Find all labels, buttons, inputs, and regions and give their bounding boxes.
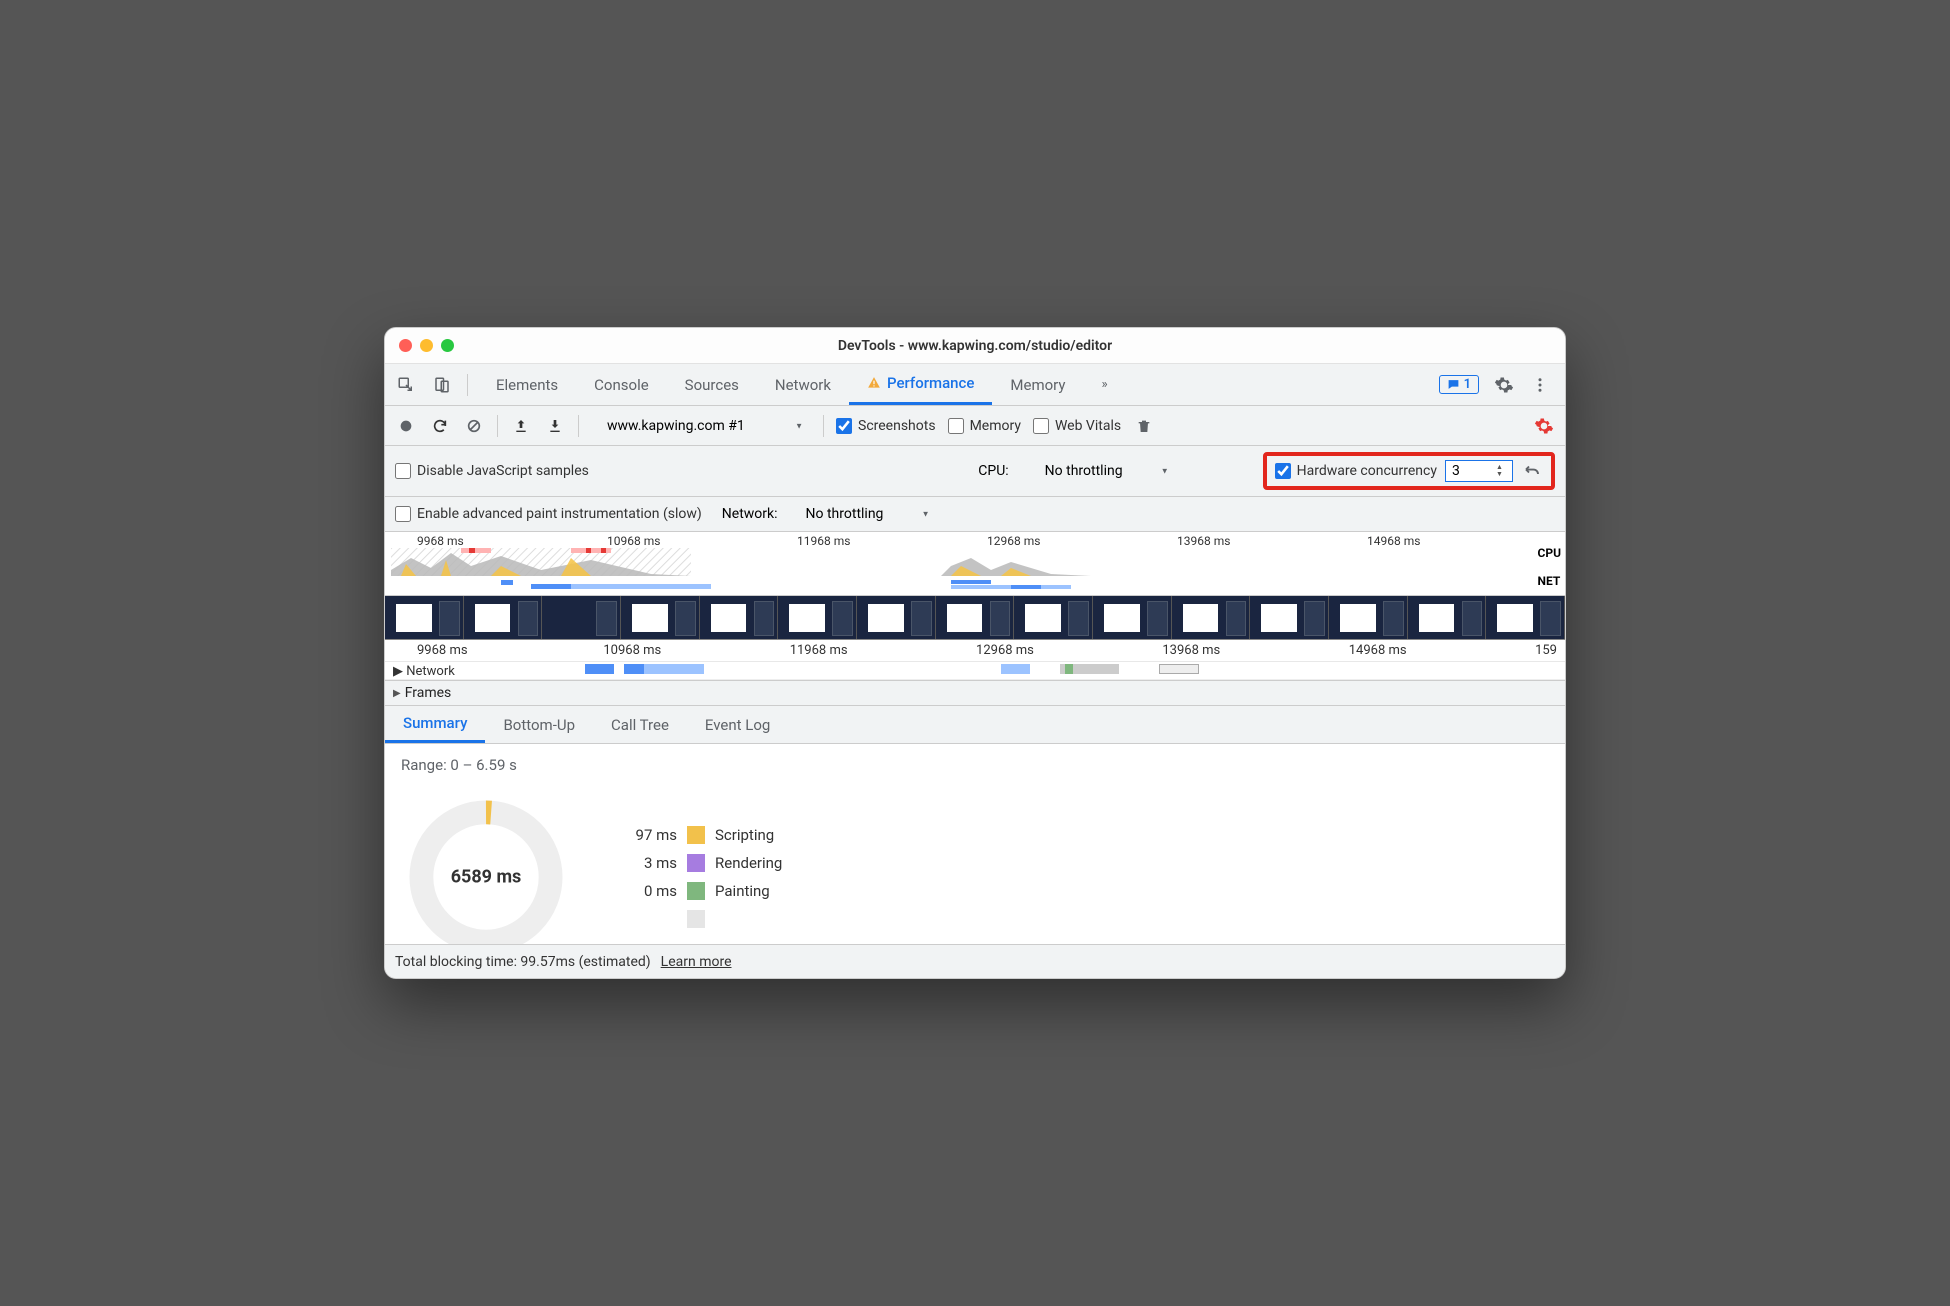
swatch-rendering bbox=[687, 854, 705, 872]
inspect-icon[interactable] bbox=[395, 374, 417, 396]
record-icon[interactable] bbox=[395, 415, 417, 437]
frames-track[interactable]: ▶Frames bbox=[385, 681, 1565, 706]
network-label: Network: bbox=[722, 506, 778, 522]
net-overview-chart bbox=[391, 580, 1491, 590]
tbt-text: Total blocking time: 99.57ms (estimated) bbox=[395, 954, 651, 970]
stepper-icon[interactable]: ▲▼ bbox=[1496, 461, 1510, 481]
subtab-calltree[interactable]: Call Tree bbox=[593, 706, 687, 743]
divider bbox=[578, 415, 579, 437]
kebab-icon[interactable] bbox=[1529, 374, 1551, 396]
filmstrip-thumb[interactable] bbox=[1250, 596, 1329, 639]
clear-icon[interactable] bbox=[463, 415, 485, 437]
detail-ticks: 9968 ms 10968 ms 11968 ms 12968 ms 13968… bbox=[385, 640, 1565, 662]
legend-rendering: 3 ms Rendering bbox=[611, 854, 782, 872]
swatch-painting bbox=[687, 882, 705, 900]
window-title: DevTools - www.kapwing.com/studio/editor bbox=[385, 338, 1565, 354]
hardware-concurrency-input[interactable]: 3 ▲▼ bbox=[1445, 460, 1513, 482]
network-track-cut[interactable]: ▶ Network bbox=[385, 662, 1565, 680]
hardware-concurrency-checkbox[interactable]: Hardware concurrency bbox=[1275, 463, 1437, 479]
summary-legend: 97 ms Scripting 3 ms Rendering 0 ms Pain… bbox=[611, 826, 782, 928]
learn-more-link[interactable]: Learn more bbox=[661, 954, 732, 970]
overview-ticks: 9968 ms 10968 ms 11968 ms 12968 ms 13968… bbox=[385, 532, 1525, 548]
tab-sources[interactable]: Sources bbox=[667, 364, 757, 405]
titlebar: DevTools - www.kapwing.com/studio/editor bbox=[385, 328, 1565, 364]
download-icon[interactable] bbox=[544, 415, 566, 437]
settings-icon[interactable] bbox=[1493, 374, 1515, 396]
memory-checkbox[interactable]: Memory bbox=[948, 418, 1021, 434]
tab-memory[interactable]: Memory bbox=[992, 364, 1083, 405]
cpu-overview-chart bbox=[391, 548, 1491, 576]
divider bbox=[497, 415, 498, 437]
swatch-scripting bbox=[687, 826, 705, 844]
device-toggle-icon[interactable] bbox=[431, 374, 453, 396]
main-tabs: Elements Console Sources Network Perform… bbox=[385, 364, 1565, 406]
subtab-summary[interactable]: Summary bbox=[385, 706, 485, 743]
tab-elements[interactable]: Elements bbox=[478, 364, 576, 405]
devtools-window: DevTools - www.kapwing.com/studio/editor… bbox=[384, 327, 1566, 979]
legend-system-cut bbox=[611, 910, 782, 928]
upload-icon[interactable] bbox=[510, 415, 532, 437]
filmstrip-thumb[interactable] bbox=[464, 596, 543, 639]
capture-settings-row-1: Disable JavaScript samples CPU: No throt… bbox=[385, 446, 1565, 497]
more-tabs[interactable]: » bbox=[1083, 364, 1125, 405]
disable-js-samples-checkbox[interactable]: Disable JavaScript samples bbox=[395, 463, 589, 479]
network-throttling-select[interactable]: No throttling bbox=[798, 503, 938, 525]
overview-labels: CPU NET bbox=[1538, 546, 1562, 588]
tab-network[interactable]: Network bbox=[757, 364, 849, 405]
webvitals-checkbox[interactable]: Web Vitals bbox=[1033, 418, 1121, 434]
screenshots-filmstrip[interactable] bbox=[385, 596, 1565, 640]
summary-panel: Range: 0 – 6.59 s 6589 ms 97 ms Scriptin… bbox=[385, 744, 1565, 944]
legend-scripting: 97 ms Scripting bbox=[611, 826, 782, 844]
trash-icon[interactable] bbox=[1133, 415, 1155, 437]
performance-toolbar: www.kapwing.com #1 Screenshots Memory We… bbox=[385, 406, 1565, 446]
overview-timeline[interactable]: 9968 ms 10968 ms 11968 ms 12968 ms 13968… bbox=[385, 532, 1565, 596]
divider bbox=[823, 415, 824, 437]
filmstrip-thumb[interactable] bbox=[778, 596, 857, 639]
filmstrip-thumb[interactable] bbox=[1329, 596, 1408, 639]
cpu-label: CPU: bbox=[978, 463, 1008, 479]
subtab-eventlog[interactable]: Event Log bbox=[687, 706, 788, 743]
summary-donut-chart: 6589 ms bbox=[401, 792, 571, 944]
donut-center-value: 6589 ms bbox=[451, 867, 522, 888]
filmstrip-thumb[interactable] bbox=[542, 596, 621, 639]
cpu-throttling-select[interactable]: No throttling bbox=[1037, 460, 1177, 482]
undo-icon[interactable] bbox=[1521, 460, 1543, 482]
filmstrip-thumb[interactable] bbox=[1014, 596, 1093, 639]
filmstrip-thumb[interactable] bbox=[936, 596, 1015, 639]
capture-settings-icon[interactable] bbox=[1533, 415, 1555, 437]
filmstrip-thumb[interactable] bbox=[621, 596, 700, 639]
filmstrip-thumb[interactable] bbox=[1486, 596, 1565, 639]
details-subtabs: Summary Bottom-Up Call Tree Event Log bbox=[385, 706, 1565, 744]
screenshots-checkbox[interactable]: Screenshots bbox=[836, 418, 936, 434]
tab-performance[interactable]: Performance bbox=[849, 364, 992, 405]
target-select[interactable]: www.kapwing.com #1 bbox=[591, 415, 811, 437]
warning-icon bbox=[867, 376, 881, 390]
filmstrip-thumb[interactable] bbox=[700, 596, 779, 639]
chat-icon bbox=[1447, 378, 1460, 391]
divider bbox=[467, 374, 468, 396]
subtab-bottomup[interactable]: Bottom-Up bbox=[485, 706, 593, 743]
filmstrip-thumb[interactable] bbox=[1172, 596, 1251, 639]
legend-painting: 0 ms Painting bbox=[611, 882, 782, 900]
paint-instrumentation-checkbox[interactable]: Enable advanced paint instrumentation (s… bbox=[395, 506, 702, 522]
messages-badge[interactable]: 1 bbox=[1439, 375, 1479, 394]
filmstrip-thumb[interactable] bbox=[385, 596, 464, 639]
filmstrip-thumb[interactable] bbox=[1093, 596, 1172, 639]
tab-console[interactable]: Console bbox=[576, 364, 667, 405]
range-text: Range: 0 – 6.59 s bbox=[401, 756, 1549, 774]
flame-chart-area[interactable]: 9968 ms 10968 ms 11968 ms 12968 ms 13968… bbox=[385, 640, 1565, 681]
filmstrip-thumb[interactable] bbox=[1408, 596, 1487, 639]
swatch-system bbox=[687, 910, 705, 928]
filmstrip-thumb[interactable] bbox=[857, 596, 936, 639]
hardware-concurrency-highlight: Hardware concurrency 3 ▲▼ bbox=[1263, 452, 1555, 490]
capture-settings-row-2: Enable advanced paint instrumentation (s… bbox=[385, 497, 1565, 532]
footer-bar: Total blocking time: 99.57ms (estimated)… bbox=[385, 944, 1565, 978]
reload-icon[interactable] bbox=[429, 415, 451, 437]
